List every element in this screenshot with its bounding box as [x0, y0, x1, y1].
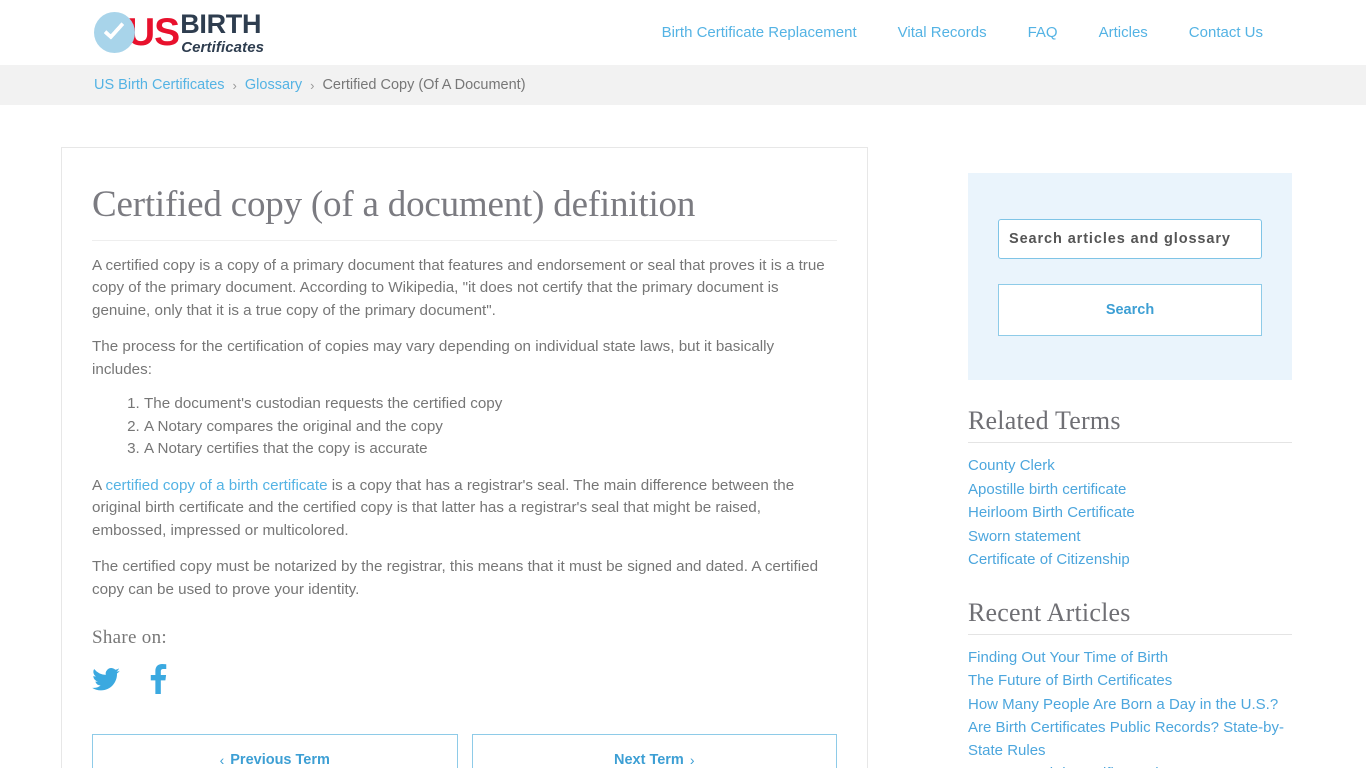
- list-item: Certificate of Citizenship: [968, 549, 1292, 572]
- recent-articles-list: Finding Out Your Time of Birth The Futur…: [968, 647, 1292, 768]
- list-item: How Many People Are Born a Day in the U.…: [968, 694, 1292, 717]
- nav-item-faq[interactable]: FAQ: [1028, 24, 1058, 41]
- previous-term-button[interactable]: ‹ Previous Term: [92, 734, 458, 768]
- recent-article-link-how-many-people-are-born-a-day[interactable]: How Many People Are Born a Day in the U.…: [968, 696, 1278, 713]
- term-navigation: ‹ Previous Term Next Term ›: [92, 734, 837, 768]
- list-item: The document's custodian requests the ce…: [144, 393, 837, 416]
- nav-item-contact-us[interactable]: Contact Us: [1189, 24, 1263, 41]
- related-term-link-certificate-of-citizenship[interactable]: Certificate of Citizenship: [968, 551, 1130, 568]
- search-panel: Search: [968, 173, 1292, 380]
- logo-wordmark: US BIRTH Certificates: [127, 10, 264, 55]
- share-icons: [92, 664, 837, 695]
- check-circle-icon: [94, 11, 135, 53]
- facebook-icon[interactable]: [150, 664, 167, 695]
- article-paragraph-4: The certified copy must be notarized by …: [92, 558, 819, 598]
- article-paragraph-2: The process for the certification of cop…: [92, 338, 775, 378]
- list-item: Apostille birth certificate: [968, 479, 1292, 502]
- search-input[interactable]: [998, 219, 1262, 259]
- nav-item-articles[interactable]: Articles: [1099, 24, 1148, 41]
- list-item: The Future of Birth Certificates: [968, 670, 1292, 693]
- paragraph-3-prefix: A: [92, 476, 106, 494]
- article-paragraph-1: A certified copy is a copy of a primary …: [92, 256, 825, 319]
- related-term-link-apostille-birth-certificate[interactable]: Apostille birth certificate: [968, 481, 1126, 498]
- recent-article-link-the-future-of-birth-certificates[interactable]: The Future of Birth Certificates: [968, 672, 1172, 689]
- nav-item-vital-records[interactable]: Vital Records: [898, 24, 987, 41]
- list-item: Finding Out Your Time of Birth: [968, 647, 1292, 670]
- site-logo[interactable]: US BIRTH Certificates: [94, 8, 264, 56]
- share-heading: Share on:: [92, 627, 167, 649]
- list-item: Sworn statement: [968, 526, 1292, 549]
- breadcrumb-current-page: Certified Copy (Of A Document): [322, 77, 526, 93]
- certified-copy-birth-certificate-link[interactable]: certified copy of a birth certificate: [106, 477, 328, 494]
- previous-term-label: Previous Term: [230, 752, 330, 768]
- article-card: Certified copy (of a document) definitio…: [61, 147, 868, 768]
- related-terms-list: County Clerk Apostille birth certificate…: [968, 455, 1292, 572]
- list-item: Heirloom Birth Certificate: [968, 502, 1292, 525]
- breadcrumb-item-home[interactable]: US Birth Certificates: [94, 77, 225, 93]
- chevron-left-icon: ‹: [219, 752, 225, 768]
- list-item: Strawman Birth Certificate Theory: [968, 763, 1292, 768]
- main-navigation: Birth Certificate Replacement Vital Reco…: [662, 0, 1263, 65]
- breadcrumb-separator-icon: ›: [310, 77, 315, 93]
- related-terms-heading: Related Terms: [968, 406, 1292, 443]
- breadcrumb-separator-icon: ›: [232, 77, 237, 93]
- recent-article-link-are-birth-certificates-public-records[interactable]: Are Birth Certificates Public Records? S…: [968, 719, 1284, 759]
- search-button[interactable]: Search: [998, 284, 1262, 336]
- next-term-label: Next Term: [613, 752, 684, 768]
- related-term-link-sworn-statement[interactable]: Sworn statement: [968, 528, 1081, 545]
- list-item: A Notary compares the original and the c…: [144, 416, 837, 439]
- nav-item-birth-certificate-replacement[interactable]: Birth Certificate Replacement: [662, 24, 857, 41]
- logo-birth-text: BIRTH: [180, 8, 262, 39]
- recent-articles-heading: Recent Articles: [968, 598, 1292, 635]
- chevron-right-icon: ›: [689, 752, 695, 768]
- article-paragraph-3: A certified copy of a birth certificate …: [92, 475, 837, 543]
- list-item: Are Birth Certificates Public Records? S…: [968, 717, 1292, 762]
- next-term-button[interactable]: Next Term ›: [471, 734, 837, 768]
- certification-steps-list: The document's custodian requests the ce…: [92, 393, 837, 461]
- related-term-link-county-clerk[interactable]: County Clerk: [968, 457, 1055, 474]
- list-item: County Clerk: [968, 455, 1292, 478]
- list-item: A Notary certifies that the copy is accu…: [144, 438, 837, 461]
- breadcrumb: US Birth Certificates › Glossary › Certi…: [0, 65, 1366, 105]
- page-body: Certified copy (of a document) definitio…: [0, 105, 1366, 768]
- recent-article-link-finding-out-your-time-of-birth[interactable]: Finding Out Your Time of Birth: [968, 649, 1168, 666]
- breadcrumb-item-glossary[interactable]: Glossary: [245, 77, 302, 93]
- related-term-link-heirloom-birth-certificate[interactable]: Heirloom Birth Certificate: [968, 504, 1135, 521]
- sidebar: Search Related Terms County Clerk Aposti…: [968, 147, 1292, 768]
- site-header: US BIRTH Certificates Birth Certificate …: [0, 0, 1366, 65]
- logo-certificates-text: Certificates: [181, 38, 265, 56]
- page-title: Certified copy (of a document) definitio…: [92, 184, 837, 241]
- check-mark-icon: [103, 17, 125, 40]
- twitter-icon[interactable]: [92, 667, 120, 691]
